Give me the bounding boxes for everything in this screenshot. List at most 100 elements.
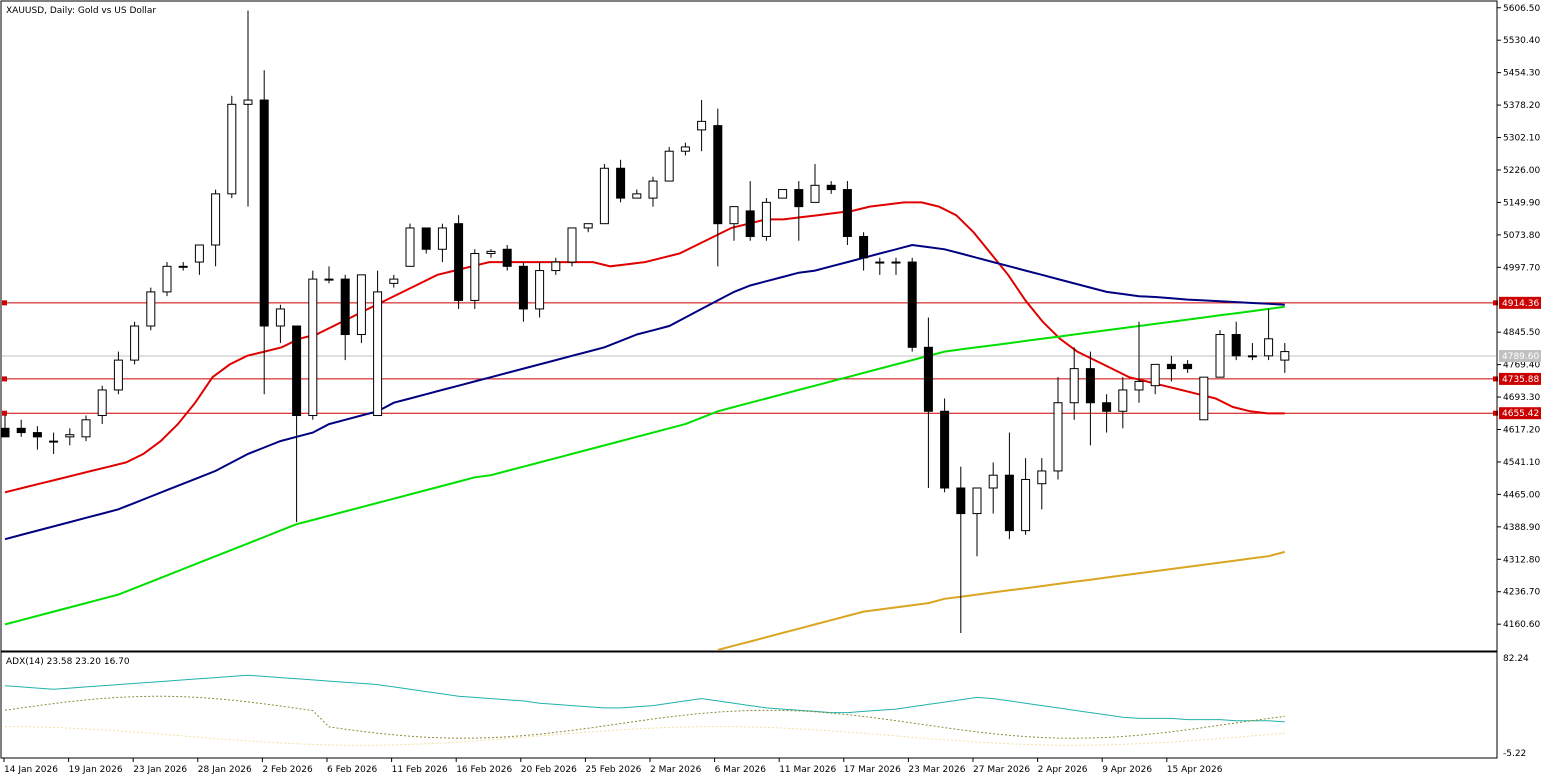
price-tick-label: 4693.30 [1503,393,1540,403]
candle-body-bear [1085,368,1095,404]
price-tick-label: 4465.00 [1503,490,1540,500]
candle-body-bear [340,278,350,336]
candle-body-bear [502,248,512,267]
candle-body-bull [1150,363,1160,387]
candle-body-bull [324,278,334,281]
date-tick-label: 15 Apr 2026 [1167,765,1223,775]
date-tick-label: 2 Feb 2026 [262,765,313,775]
price-tick-label: 5530.40 [1503,36,1540,46]
price-tick-label: 4312.80 [1503,555,1540,565]
date-tick-label: 20 Feb 2026 [521,765,577,775]
date-tick-label: 2 Apr 2026 [1038,765,1088,775]
candle-body-bull [535,270,545,310]
candle-body-bear [956,487,966,515]
candle-body-bear [713,125,723,225]
price-tick-label: 5149.90 [1503,198,1540,208]
candle-body-bull [211,193,221,246]
candle-body-bear [421,227,431,250]
price-tick-label: 5378.20 [1503,101,1540,111]
price-tick-label: 4845.50 [1503,328,1540,338]
candle-body-bull [178,265,188,268]
date-tick-label: 9 Apr 2026 [1102,765,1152,775]
date-tick-label: 19 Jan 2026 [69,765,123,775]
candle-body-bull [567,227,577,263]
candle-body-bull [405,227,415,267]
chart-title: XAUUSD, Daily: Gold vs US Dollar [6,6,156,16]
candle-body-bear [16,427,26,434]
candle-body-bear [616,167,626,199]
candle-body-bull [1247,355,1257,358]
candle-body-bull [1021,478,1031,532]
candle-body-bear [826,184,836,191]
date-tick-label: 27 Mar 2026 [973,765,1030,775]
price-level-tag-text: 4914.36 [1502,299,1539,309]
candle-body-bear [0,427,10,438]
price-tick-label: 4617.20 [1503,426,1540,436]
candle-body-bull [389,278,399,284]
candle-body-bull [1264,338,1274,357]
price-level-handle [2,300,7,306]
candle-body-bull [648,180,658,199]
candle-body-bull [437,227,447,250]
candle-body-bear [1166,363,1176,370]
candle-body-bull [1199,376,1209,421]
adx-tick-top: 82.24 [1503,654,1529,664]
candle-body-bull [81,419,91,438]
candle-body-bear [259,99,269,327]
candle-body-bear [907,261,917,348]
candle-body-bull [97,389,107,417]
date-tick-label: 6 Mar 2026 [715,765,767,775]
price-level-tag-text: 4735.88 [1502,375,1539,385]
adx-label: ADX(14) 23.58 23.20 16.70 [6,657,130,667]
candle-body-bear [940,410,950,489]
candle-body-bull [243,99,253,105]
date-tick-label: 16 Feb 2026 [456,765,512,775]
price-level-tag-text: 4655.42 [1502,409,1539,419]
candle-body-bull [227,103,237,195]
candle-body-bull [1134,380,1144,391]
candle-body-bull [162,265,172,293]
candle-body-bull [680,146,690,152]
candle-body-bull [113,359,123,391]
candle-body-bear [1102,402,1112,412]
candle-body-bull [1118,389,1128,412]
candle-body-bear [454,223,464,301]
candle-body-bear [292,325,302,417]
candle-body-bear [1231,334,1241,357]
candle-body-bull [49,440,59,443]
date-tick-label: 11 Feb 2026 [392,765,448,775]
date-tick-label: 23 Mar 2026 [908,765,965,775]
price-tick-label: 4997.70 [1503,263,1540,273]
candle-body-bull [486,250,496,255]
candle-body-bull [356,274,366,336]
candle-body-bear [32,432,42,438]
candle-body-bear [923,346,933,412]
candle-body-bull [1215,334,1225,378]
candle-body-bull [1037,470,1047,485]
date-tick-label: 17 Mar 2026 [844,765,901,775]
candle-body-bull [551,261,561,272]
price-tick-label: 5606.50 [1503,4,1540,14]
price-tick-label: 4236.70 [1503,588,1540,598]
price-tick-label: 4541.10 [1503,458,1540,468]
candle-body-bull [664,150,674,182]
candle-body-bull [875,261,885,264]
price-chart[interactable]: 5606.50 5530.40 5454.30 5378.20 5302.10 5226.… [0,0,1551,780]
date-tick-label: 25 Feb 2026 [585,765,641,775]
candle-body-bull [194,244,204,263]
date-tick-label: 11 Mar 2026 [779,765,836,775]
candle-body-bull [891,261,901,264]
price-level-handle [2,376,7,382]
candle-body-bull [632,193,642,199]
candle-body-bull [1280,351,1290,361]
candle-body-bull [275,308,285,327]
price-level-handle [2,410,7,416]
candle-body-bull [146,291,156,327]
candle-body-bull [1069,368,1079,404]
candle-body-bear [859,235,869,259]
candle-body-bull [65,434,75,438]
price-tick-label: 5454.30 [1503,69,1540,79]
candle-body-bull [583,223,593,229]
candle-body-bear [842,189,852,237]
candle-body-bear [1183,363,1193,370]
